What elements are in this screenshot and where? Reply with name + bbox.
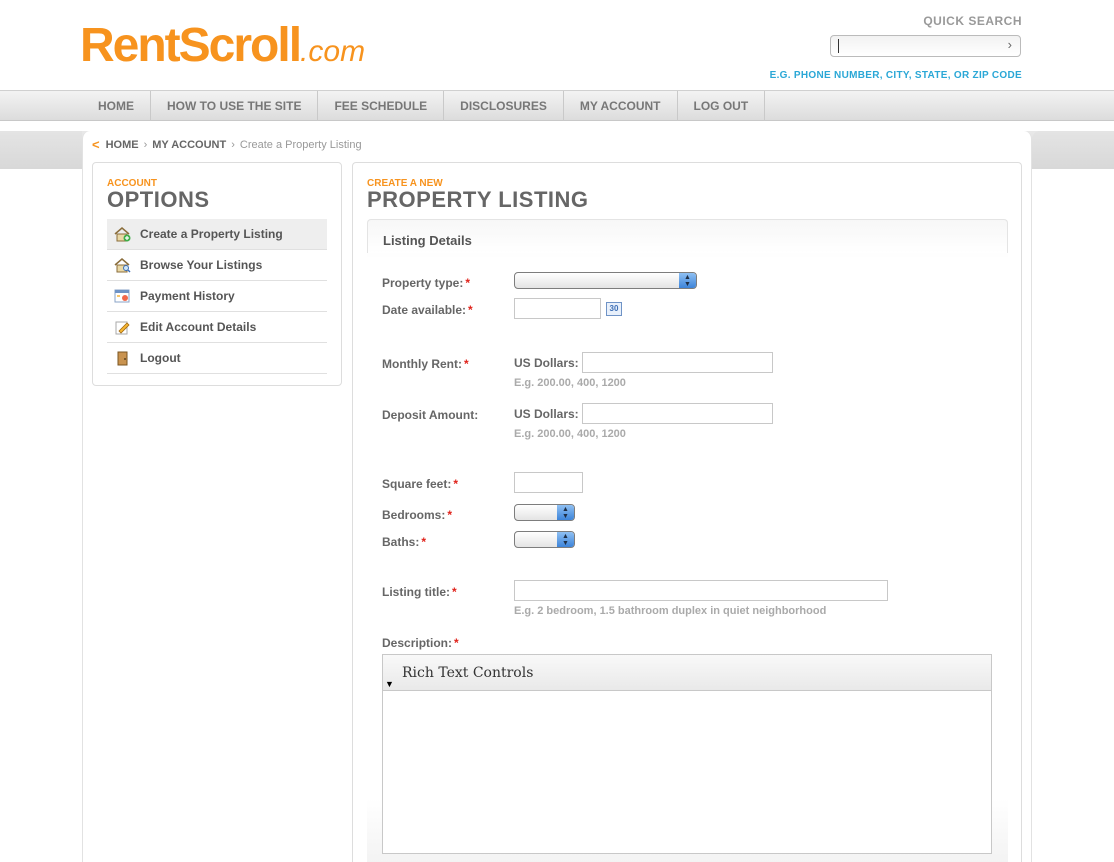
nav-item-home[interactable]: HOME	[82, 91, 151, 121]
nav-item-disclosures[interactable]: DISCLOSURES	[444, 91, 564, 121]
house-search-icon	[114, 258, 131, 273]
quick-search-input[interactable]: ›	[830, 35, 1021, 57]
edit-pencil-icon	[115, 321, 130, 335]
sidebar-item-label: Create a Property Listing	[140, 227, 283, 241]
monthly-rent-input[interactable]	[582, 352, 773, 373]
nav-item-fee-schedule[interactable]: FEE SCHEDULE	[318, 91, 445, 121]
main-nav: HOME HOW TO USE THE SITE FEE SCHEDULE DI…	[0, 90, 1114, 121]
sidebar-item-label: Logout	[140, 351, 181, 365]
description-editor[interactable]: Rich Text Controls ▼	[382, 654, 992, 854]
site-logo[interactable]: RentScroll.com	[80, 18, 365, 80]
nav-item-log-out[interactable]: LOG OUT	[678, 91, 766, 121]
deposit-currency-label: US Dollars:	[514, 407, 579, 421]
sidebar-item-browse-listings[interactable]: Browse Your Listings	[107, 250, 327, 281]
breadcrumb-my-account[interactable]: MY ACCOUNT	[152, 139, 226, 151]
breadcrumb-current: Create a Property Listing	[239, 139, 362, 151]
page-title: PROPERTY LISTING	[367, 187, 589, 212]
quick-search-label: QUICK SEARCH	[923, 14, 1022, 28]
house-add-icon	[114, 227, 131, 242]
deposit-amount-input[interactable]	[582, 403, 773, 424]
sidebar-item-create-listing[interactable]: Create a Property Listing	[107, 219, 327, 250]
section-title: Listing Details	[383, 233, 472, 248]
select-arrows-icon: ▲ ▼	[557, 532, 574, 547]
breadcrumb: < HOME › MY ACCOUNT › Create a Property …	[92, 138, 362, 152]
description-label: Description: *	[382, 636, 459, 650]
nav-item-how-to-use[interactable]: HOW TO USE THE SITE	[151, 91, 319, 121]
bedrooms-select[interactable]: ▲ ▼	[514, 504, 575, 521]
sidebar-menu: Create a Property Listing Browse Your Li…	[107, 219, 327, 374]
baths-label: Baths: *	[382, 535, 427, 549]
property-type-select[interactable]: ▲ ▼	[514, 272, 697, 289]
bedrooms-label: Bedrooms: *	[382, 508, 453, 522]
section-header: Listing Details	[367, 219, 1008, 253]
account-options-sidebar: ACCOUNT OPTIONS Create a Property Listin…	[92, 162, 342, 386]
monthly-rent-label: Monthly Rent: *	[382, 357, 469, 371]
breadcrumb-home[interactable]: HOME	[106, 139, 139, 151]
sidebar-title: OPTIONS	[107, 187, 210, 212]
sidebar-item-payment-history[interactable]: Payment History	[107, 281, 327, 312]
select-arrows-icon: ▲ ▼	[679, 273, 696, 288]
content-band-right	[1032, 131, 1114, 169]
sidebar-item-edit-account[interactable]: Edit Account Details	[107, 312, 327, 343]
monthly-rent-hint: E.g. 200.00, 400, 1200	[514, 377, 626, 389]
monthly-rent-currency-label: US Dollars:	[514, 356, 579, 370]
select-arrows-icon: ▲ ▼	[557, 505, 574, 520]
deposit-amount-hint: E.g. 200.00, 400, 1200	[514, 428, 626, 440]
sidebar-item-label: Edit Account Details	[140, 320, 257, 334]
breadcrumb-separator: ›	[231, 139, 235, 151]
listing-title-label: Listing title: *	[382, 585, 457, 599]
baths-select[interactable]: ▲ ▼	[514, 531, 575, 548]
listing-title-hint: E.g. 2 bedroom, 1.5 bathroom duplex in q…	[514, 605, 827, 617]
date-available-input[interactable]	[514, 298, 601, 319]
nav-item-my-account[interactable]: MY ACCOUNT	[564, 91, 678, 121]
listing-title-input[interactable]	[514, 580, 888, 601]
calendar-payment-icon	[114, 289, 130, 303]
content-band-left	[0, 131, 82, 169]
toolbar-toggle-icon[interactable]: ▼	[385, 679, 394, 689]
square-feet-input[interactable]	[514, 472, 583, 493]
property-type-label: Property type: *	[382, 276, 471, 290]
calendar-icon[interactable]: 30	[606, 302, 622, 316]
site-header: RentScroll.com QUICK SEARCH › E.G. PHONE…	[0, 0, 1114, 90]
sidebar-item-label: Browse Your Listings	[140, 258, 263, 272]
deposit-amount-label: Deposit Amount:	[382, 408, 479, 422]
chevron-right-icon[interactable]: ›	[1008, 37, 1012, 52]
text-caret	[838, 39, 839, 53]
back-arrow-icon[interactable]: <	[92, 138, 100, 151]
date-available-label: Date available: *	[382, 303, 473, 317]
breadcrumb-separator: ›	[143, 139, 148, 151]
square-feet-label: Square feet: *	[382, 477, 459, 491]
sidebar-item-label: Payment History	[140, 289, 235, 303]
quick-search-hint: E.G. PHONE NUMBER, CITY, STATE, OR ZIP C…	[769, 70, 1022, 81]
sidebar-item-logout[interactable]: Logout	[107, 343, 327, 374]
rich-text-toolbar: Rich Text Controls ▼	[383, 655, 991, 691]
rich-text-controls-label: Rich Text Controls	[402, 665, 534, 681]
door-icon	[117, 351, 128, 366]
